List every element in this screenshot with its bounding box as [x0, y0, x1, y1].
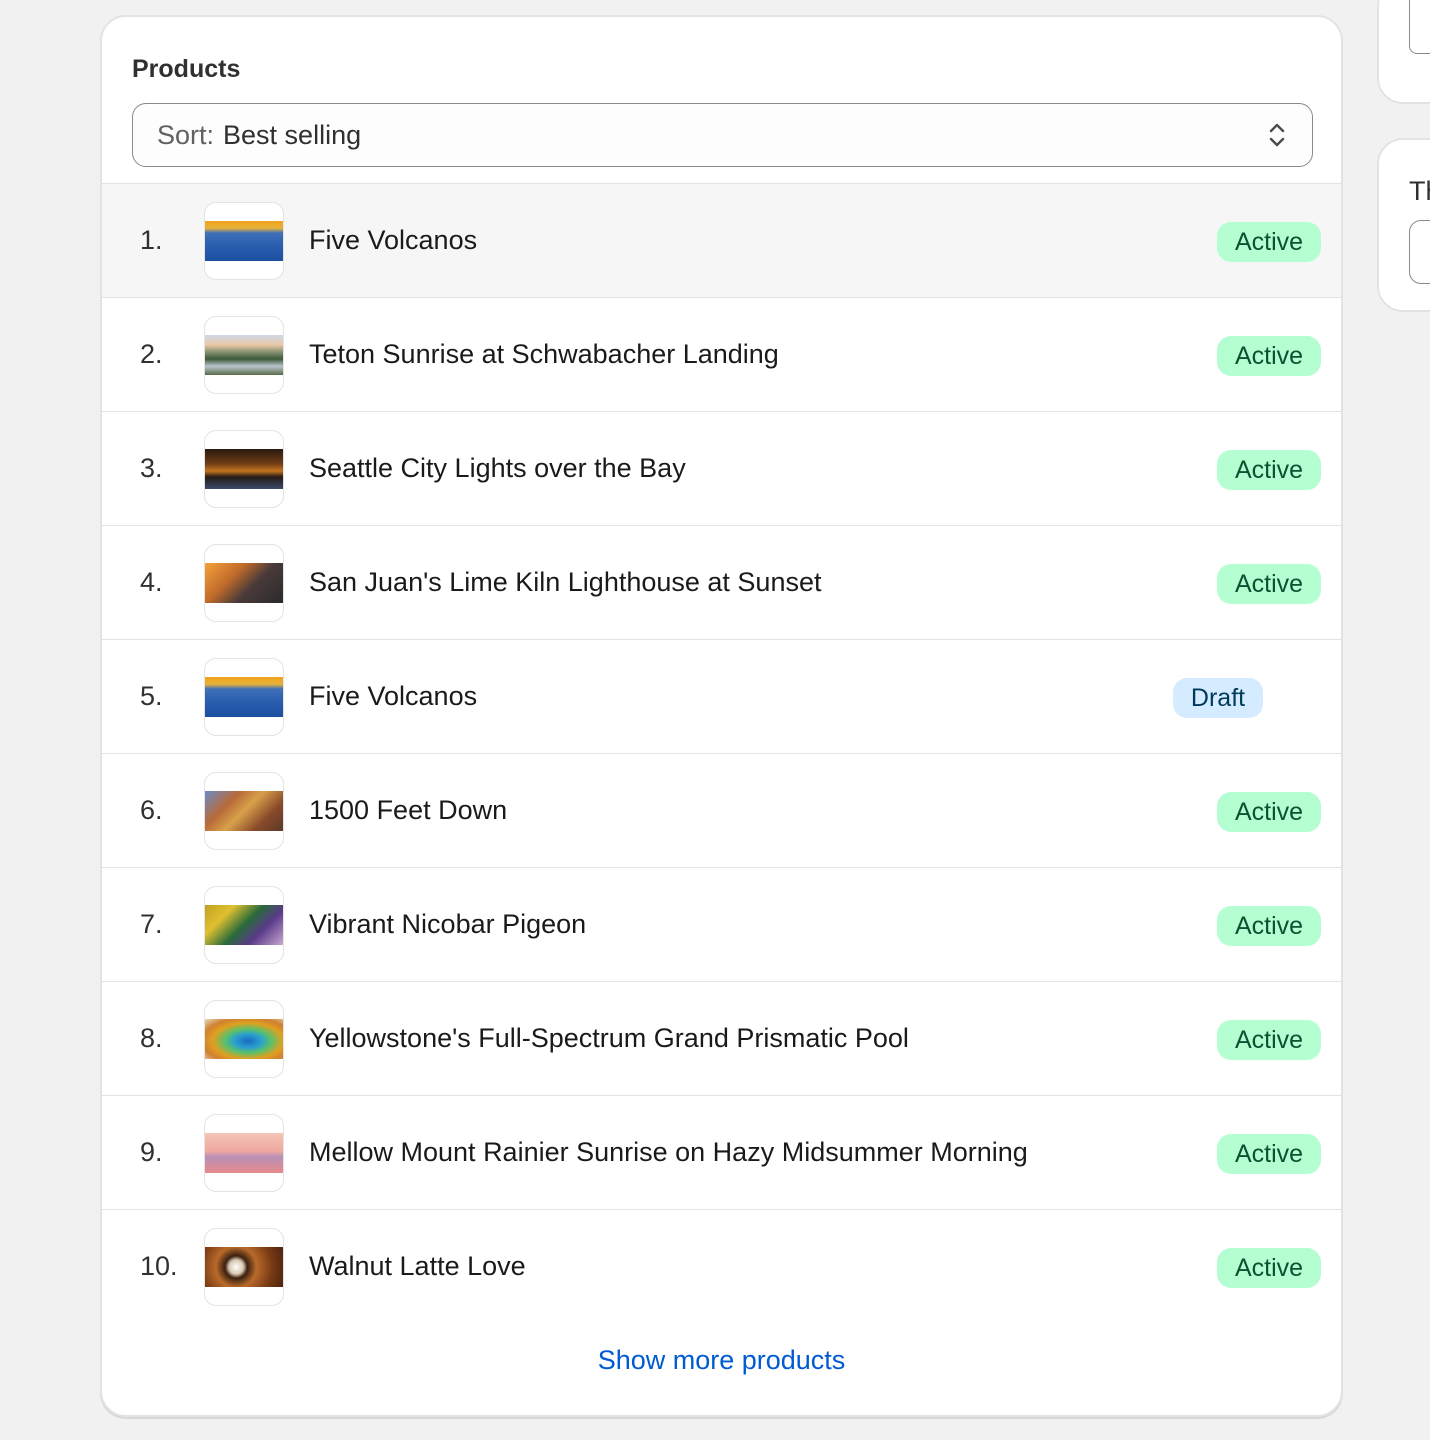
product-row[interactable]: 4. San Juan's Lime Kiln Lighthouse at Sun…	[102, 525, 1341, 639]
product-name: Mellow Mount Rainier Sunrise on Hazy Mid…	[309, 1137, 1028, 1167]
product-image	[205, 335, 283, 375]
status-badge: Active	[1217, 1248, 1321, 1288]
side-card-field[interactable]	[1409, 0, 1430, 54]
product-image	[205, 905, 283, 945]
product-image	[205, 677, 283, 717]
product-name: Yellowstone's Full-Spectrum Grand Prisma…	[309, 1023, 909, 1053]
product-image	[205, 791, 283, 831]
product-name: 1500 Feet Down	[309, 795, 508, 825]
product-name: Five Volcanos	[309, 225, 478, 255]
product-name: Seattle City Lights over the Bay	[309, 453, 686, 483]
product-image	[205, 563, 283, 603]
product-rank: 6.	[140, 795, 163, 825]
product-rank: 7.	[140, 909, 163, 939]
product-thumbnail	[204, 886, 284, 964]
product-rank: 2.	[140, 339, 163, 369]
status-badge: Active	[1217, 336, 1321, 376]
product-list: 1. Five Volcanos Active 2. Teton Sunrise at …	[102, 183, 1341, 1323]
status-badge: Active	[1217, 222, 1321, 262]
card-title: Products	[132, 55, 241, 83]
product-row[interactable]: 5. Five Volcanos Draft	[102, 639, 1341, 753]
status-badge: Draft	[1173, 678, 1263, 718]
product-thumbnail	[204, 658, 284, 736]
product-row[interactable]: 2. Teton Sunrise at Schwabacher Landing Ac…	[102, 297, 1341, 411]
status-badge: Active	[1217, 1020, 1321, 1060]
product-row[interactable]: 7. Vibrant Nicobar Pigeon Active	[102, 867, 1341, 981]
product-row[interactable]: 10. Walnut Latte Love Active	[102, 1209, 1341, 1323]
product-rank: 10.	[140, 1251, 178, 1281]
product-rank: 9.	[140, 1137, 163, 1167]
product-thumbnail	[204, 1000, 284, 1078]
product-image	[205, 1133, 283, 1173]
status-badge: Active	[1217, 1134, 1321, 1174]
side-card-top	[1377, 0, 1430, 104]
show-more-products-link[interactable]: Show more products	[102, 1345, 1341, 1376]
product-thumbnail	[204, 1228, 284, 1306]
product-thumbnail	[204, 544, 284, 622]
status-badge: Active	[1217, 564, 1321, 604]
side-card: Th	[1377, 138, 1430, 312]
product-name: Walnut Latte Love	[309, 1251, 526, 1281]
product-image	[205, 449, 283, 489]
status-badge: Active	[1217, 450, 1321, 490]
product-image	[205, 221, 283, 261]
side-card-input[interactable]	[1409, 220, 1430, 284]
product-thumbnail	[204, 772, 284, 850]
product-thumbnail	[204, 430, 284, 508]
product-rank: 5.	[140, 681, 163, 711]
status-badge: Active	[1217, 792, 1321, 832]
side-card-label: Th	[1409, 176, 1430, 206]
product-rank: 1.	[140, 225, 163, 255]
sort-select[interactable]: Sort: Best selling	[132, 103, 1313, 167]
select-chevron-icon	[1269, 123, 1285, 147]
product-rank: 4.	[140, 567, 163, 597]
sort-prefix: Sort:	[157, 119, 215, 150]
product-image	[205, 1247, 283, 1287]
products-card: Products Sort: Best selling 1. Five Volca…	[100, 15, 1343, 1417]
product-name: Five Volcanos	[309, 681, 478, 711]
product-name: Teton Sunrise at Schwabacher Landing	[309, 339, 779, 369]
product-thumbnail	[204, 316, 284, 394]
product-row[interactable]: 1. Five Volcanos Active	[102, 183, 1341, 297]
product-row[interactable]: 6. 1500 Feet Down Active	[102, 753, 1341, 867]
product-name: San Juan's Lime Kiln Lighthouse at Sunse…	[309, 567, 822, 597]
product-thumbnail	[204, 1114, 284, 1192]
product-name: Vibrant Nicobar Pigeon	[309, 909, 587, 939]
product-row[interactable]: 3. Seattle City Lights over the Bay Active	[102, 411, 1341, 525]
product-rank: 8.	[140, 1023, 163, 1053]
product-thumbnail	[204, 202, 284, 280]
product-image	[205, 1019, 283, 1059]
product-row[interactable]: 9. Mellow Mount Rainier Sunrise on Hazy M…	[102, 1095, 1341, 1209]
product-row[interactable]: 8. Yellowstone's Full-Spectrum Grand Pris…	[102, 981, 1341, 1095]
product-rank: 3.	[140, 453, 163, 483]
status-badge: Active	[1217, 906, 1321, 946]
sort-value: Best selling	[223, 119, 362, 150]
